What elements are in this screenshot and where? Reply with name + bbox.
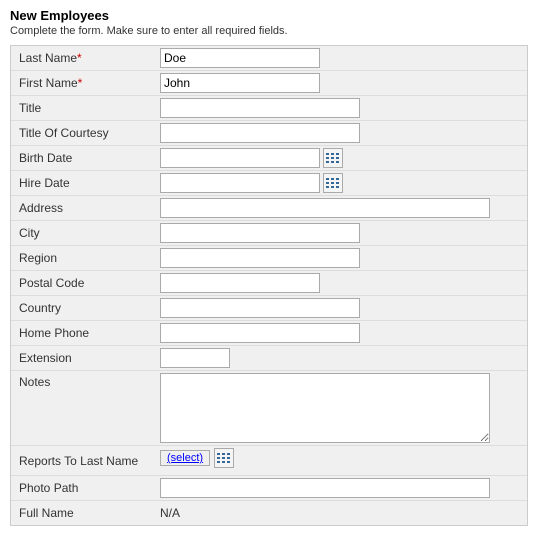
home-phone-row: Home Phone (11, 321, 527, 346)
hire-date-field (156, 171, 527, 195)
address-label: Address (11, 196, 156, 220)
postal-code-input[interactable] (160, 273, 320, 293)
title-of-courtesy-input[interactable] (160, 123, 360, 143)
city-label: City (11, 221, 156, 245)
city-field (156, 221, 527, 245)
hire-date-input[interactable] (160, 173, 320, 193)
title-field (156, 96, 527, 120)
page-subtitle: Complete the form. Make sure to enter al… (10, 25, 528, 37)
notes-label: Notes (11, 371, 156, 392)
region-field (156, 246, 527, 270)
full-name-value: N/A (160, 506, 180, 520)
hire-date-label: Hire Date (11, 171, 156, 195)
page-title: New Employees (10, 8, 528, 23)
full-name-label: Full Name (11, 501, 156, 525)
reports-to-label: Reports To Last Name (11, 451, 156, 471)
country-label: Country (11, 296, 156, 320)
city-row: City (11, 221, 527, 246)
page-container: New Employees Complete the form. Make su… (0, 0, 538, 534)
photo-path-row: Photo Path (11, 476, 527, 501)
notes-textarea[interactable] (160, 373, 490, 443)
country-field (156, 296, 527, 320)
title-of-courtesy-row: Title Of Courtesy (11, 121, 527, 146)
title-row: Title (11, 96, 527, 121)
full-name-row: Full Name N/A (11, 501, 527, 525)
birth-date-calendar-button[interactable] (323, 148, 343, 168)
extension-label: Extension (11, 346, 156, 370)
notes-row: Notes (11, 371, 527, 446)
notes-field (156, 371, 527, 445)
home-phone-input[interactable] (160, 323, 360, 343)
address-row: Address (11, 196, 527, 221)
title-label: Title (11, 96, 156, 120)
region-input[interactable] (160, 248, 360, 268)
last-name-label: Last Name* (11, 46, 156, 70)
last-name-input[interactable] (160, 48, 320, 68)
country-row: Country (11, 296, 527, 321)
region-label: Region (11, 246, 156, 270)
hire-date-calendar-button[interactable] (323, 173, 343, 193)
title-of-courtesy-label: Title Of Courtesy (11, 121, 156, 145)
home-phone-field (156, 321, 527, 345)
postal-code-label: Postal Code (11, 271, 156, 295)
last-name-row: Last Name* (11, 46, 527, 71)
extension-field (156, 346, 527, 370)
last-name-field (156, 46, 527, 70)
full-name-field: N/A (156, 504, 527, 522)
extension-row: Extension (11, 346, 527, 371)
photo-path-field (156, 476, 527, 500)
birth-date-field (156, 146, 527, 170)
reports-to-select-button[interactable]: (select) (160, 450, 210, 466)
photo-path-input[interactable] (160, 478, 490, 498)
first-name-field (156, 71, 527, 95)
postal-code-row: Postal Code (11, 271, 527, 296)
calendar-icon (217, 453, 231, 464)
address-input[interactable] (160, 198, 490, 218)
form-container: Last Name* First Name* Title Title Of Co… (10, 45, 528, 526)
home-phone-label: Home Phone (11, 321, 156, 345)
birth-date-input[interactable] (160, 148, 320, 168)
first-name-label: First Name* (11, 71, 156, 95)
first-name-row: First Name* (11, 71, 527, 96)
reports-to-field: (select) (156, 446, 527, 470)
region-row: Region (11, 246, 527, 271)
reports-to-row: Reports To Last Name (select) (11, 446, 527, 476)
extension-input[interactable] (160, 348, 230, 368)
calendar-icon (326, 153, 340, 164)
photo-path-label: Photo Path (11, 476, 156, 500)
title-input[interactable] (160, 98, 360, 118)
title-of-courtesy-field (156, 121, 527, 145)
calendar-icon (326, 178, 340, 189)
first-name-input[interactable] (160, 73, 320, 93)
hire-date-row: Hire Date (11, 171, 527, 196)
birth-date-label: Birth Date (11, 146, 156, 170)
city-input[interactable] (160, 223, 360, 243)
birth-date-row: Birth Date (11, 146, 527, 171)
address-field (156, 196, 527, 220)
reports-to-calendar-button[interactable] (214, 448, 234, 468)
postal-code-field (156, 271, 527, 295)
country-input[interactable] (160, 298, 360, 318)
